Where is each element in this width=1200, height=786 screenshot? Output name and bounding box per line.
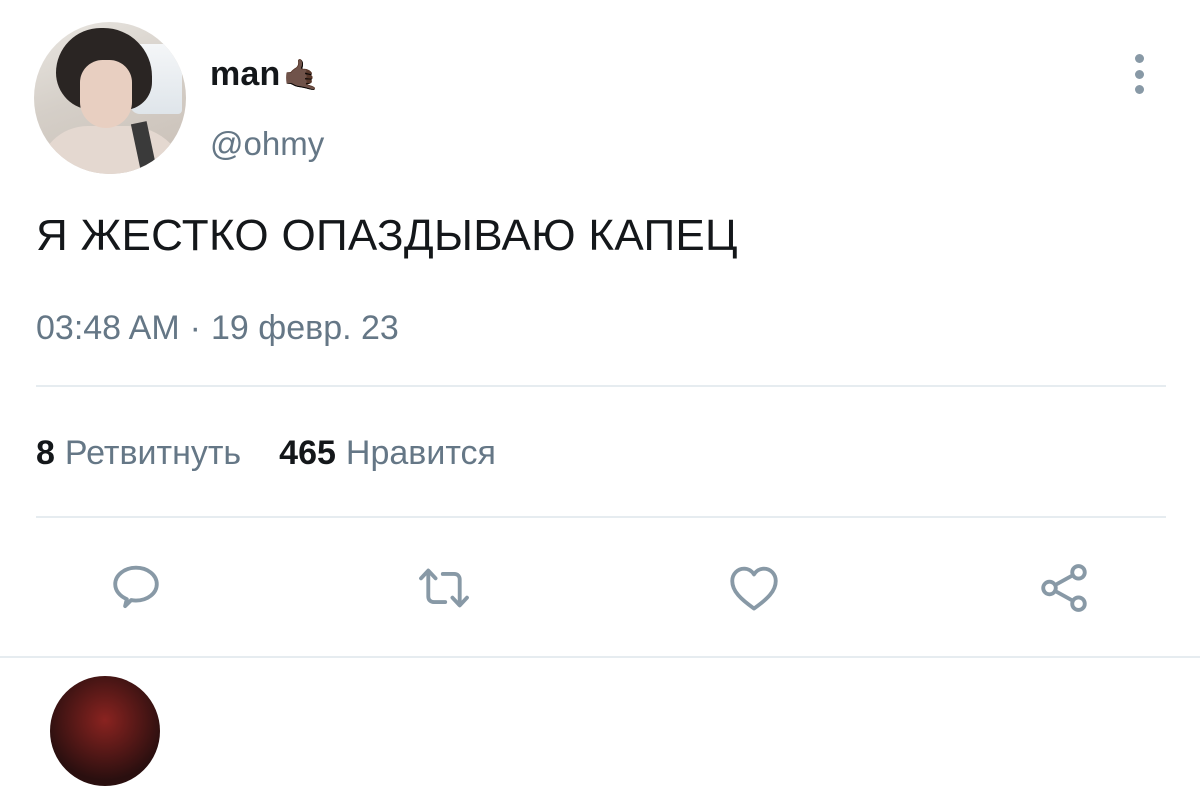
heart-icon [730,566,778,611]
retweet-icon [419,568,469,608]
reply-button[interactable] [104,556,168,620]
author-avatar[interactable] [34,22,186,174]
likes-count: 465 [279,434,336,472]
call-me-hand-emoji: 🤙🏿 [282,59,321,92]
tweet-timestamp: 03:48 AM · 19 февр. 23 [36,306,399,350]
retweet-button[interactable] [412,556,476,620]
reply-icon [113,565,159,609]
divider [36,516,1166,518]
share-button[interactable] [1032,556,1096,620]
author-name[interactable]: man🤙🏿 [210,54,320,96]
tweet-stats: 8 Ретвитнуть 465 Нравится [36,430,496,476]
timestamp-separator: · [189,309,201,347]
more-vertical-icon[interactable] [1126,54,1152,94]
divider [0,656,1200,658]
likes-label: Нравится [345,434,496,472]
retweets-label: Ретвитнуть [64,434,242,472]
author-name-text: man [210,55,281,93]
divider [36,385,1166,387]
tweet-text: Я ЖЕСТКО ОПАЗДЫВАЮ КАПЕЦ [36,211,738,260]
retweets-stat[interactable]: 8 Ретвитнуть [36,434,241,472]
tweet-time: 03:48 AM [36,309,180,347]
next-tweet-avatar[interactable] [50,676,160,786]
author-handle[interactable]: @ohmy [210,124,324,164]
tweet-date: 19 февр. 23 [210,309,399,347]
share-icon [1041,564,1087,612]
like-button[interactable] [722,556,786,620]
likes-stat[interactable]: 465 Нравится [279,434,496,472]
retweets-count: 8 [36,434,55,472]
